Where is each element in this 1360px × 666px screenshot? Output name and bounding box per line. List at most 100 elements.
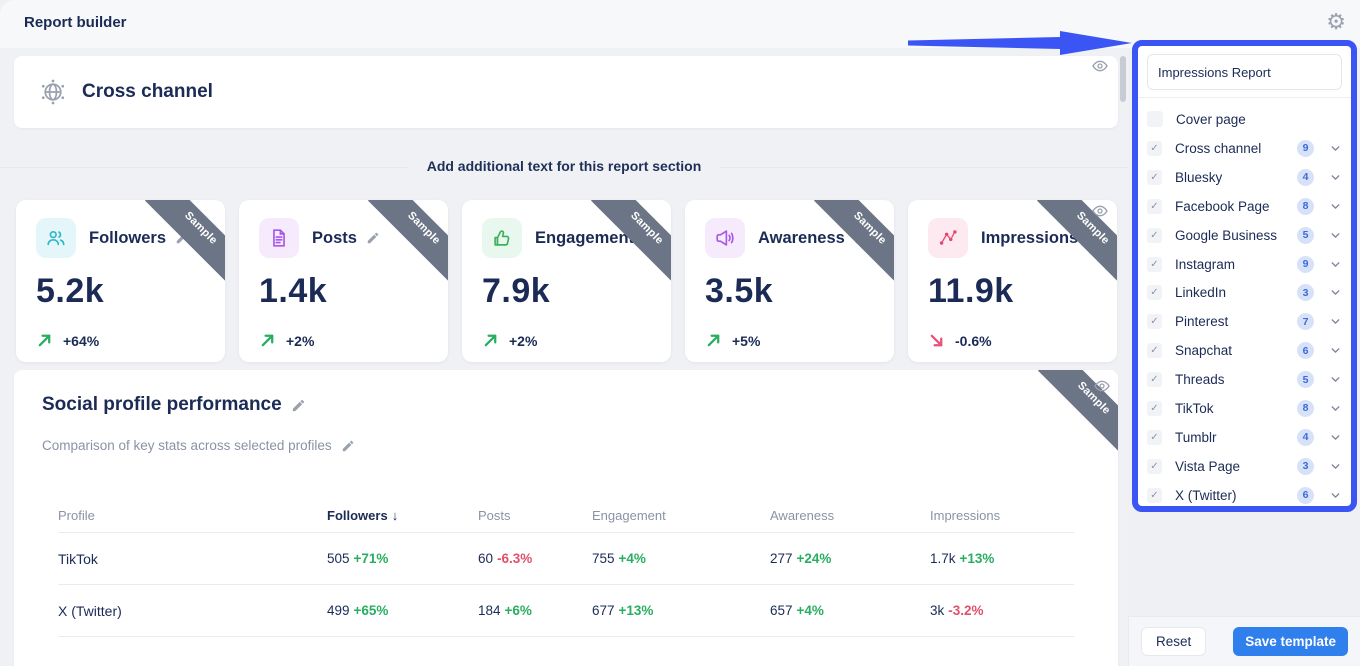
metric-card-engagement: Engagement 7.9k +2% Sample: [462, 200, 671, 362]
hide-cards-eye-icon[interactable]: [1092, 203, 1108, 219]
checkbox-check-icon[interactable]: [1147, 141, 1162, 156]
section-count-badge: 3: [1297, 458, 1314, 475]
metric-label: Awareness: [758, 229, 845, 248]
checkbox-check-icon[interactable]: [1147, 170, 1162, 185]
edit-pencil-icon[interactable]: [291, 398, 306, 413]
checkbox-check-icon[interactable]: [1147, 401, 1162, 416]
add-text-prompt[interactable]: Add additional text for this report sect…: [0, 158, 1128, 176]
section-count-badge: 7: [1297, 313, 1314, 330]
checkbox-check-icon[interactable]: [1147, 430, 1162, 445]
sidebar-item-google-business[interactable]: Google Business 5: [1147, 221, 1342, 250]
checkbox-check-icon[interactable]: [1147, 285, 1162, 300]
sidebar-item-bluesky[interactable]: Bluesky 4: [1147, 163, 1342, 192]
cell-change: -3.2%: [948, 603, 983, 618]
section-count-badge: 6: [1297, 342, 1314, 359]
chevron-down-icon[interactable]: [1329, 344, 1342, 357]
metric-value: 11.9k: [928, 272, 1097, 311]
col-followers-sorted[interactable]: Followers↓: [327, 508, 478, 523]
divider: [58, 636, 1074, 637]
metric-card-posts: Posts 1.4k +2% Sample: [239, 200, 448, 362]
col-profile[interactable]: Profile: [58, 508, 327, 523]
impressions-scatter-icon: [928, 218, 968, 258]
checkbox-check-icon[interactable]: [1147, 314, 1162, 329]
checkbox-check-icon[interactable]: [1147, 228, 1162, 243]
col-impressions[interactable]: Impressions: [930, 508, 1118, 523]
checkbox-check-icon[interactable]: [1147, 488, 1162, 503]
sidebar-item-tumblr[interactable]: Tumblr 4: [1147, 423, 1342, 452]
metric-change: -0.6%: [955, 333, 992, 349]
chevron-down-icon[interactable]: [1329, 489, 1342, 502]
chevron-down-icon[interactable]: [1329, 315, 1342, 328]
checkbox-check-icon[interactable]: [1147, 343, 1162, 358]
chevron-down-icon[interactable]: [1329, 402, 1342, 415]
metric-value: 3.5k: [705, 272, 874, 311]
sidebar-item-instagram[interactable]: Instagram 9: [1147, 250, 1342, 279]
cell-change: +24%: [797, 551, 832, 566]
scrollbar-thumb[interactable]: [1120, 56, 1126, 102]
followers-people-icon: [36, 218, 76, 258]
sidebar-item-tiktok[interactable]: TikTok 8: [1147, 394, 1342, 423]
chevron-down-icon[interactable]: [1329, 286, 1342, 299]
edit-pencil-icon[interactable]: [341, 439, 355, 453]
chevron-down-icon[interactable]: [1329, 142, 1342, 155]
checkbox-check-icon[interactable]: [1147, 199, 1162, 214]
metric-value: 7.9k: [482, 272, 651, 311]
metric-cards-row: Followers 5.2k +64% Sample: [16, 200, 1118, 362]
cell-change: +13%: [960, 551, 995, 566]
chevron-down-icon[interactable]: [1329, 431, 1342, 444]
sidebar-item-threads[interactable]: Threads 5: [1147, 365, 1342, 394]
cover-page-label: Cover page: [1176, 112, 1246, 127]
col-awareness[interactable]: Awareness: [770, 508, 930, 523]
chevron-down-icon[interactable]: [1329, 258, 1342, 271]
section-count-badge: 8: [1297, 198, 1314, 215]
save-template-button[interactable]: Save template: [1233, 627, 1348, 656]
hide-performance-eye-icon[interactable]: [1094, 378, 1110, 394]
cell-change: +6%: [505, 603, 532, 618]
edit-pencil-icon[interactable]: [366, 231, 380, 245]
reset-button[interactable]: Reset: [1141, 627, 1206, 656]
sidebar-item-snapchat[interactable]: Snapchat 6: [1147, 336, 1342, 365]
trend-arrow-icon: [928, 332, 945, 349]
metric-label: Impressions: [981, 229, 1078, 248]
sidebar-item-vista-page[interactable]: Vista Page 3: [1147, 452, 1342, 481]
metric-label: Posts: [312, 229, 357, 248]
cell-change: -6.3%: [497, 551, 532, 566]
trend-arrow-icon: [36, 332, 53, 349]
checkbox-check-icon[interactable]: [1147, 257, 1162, 272]
gear-icon[interactable]: ⚙: [1326, 11, 1346, 33]
section-count-badge: 3: [1297, 284, 1314, 301]
sidebar-item-linkedin[interactable]: LinkedIn 3: [1147, 278, 1342, 307]
sidebar-item-x-twitter[interactable]: X (Twitter) 6: [1147, 481, 1342, 510]
metric-value: 5.2k: [36, 272, 205, 311]
chevron-down-icon[interactable]: [1329, 171, 1342, 184]
chevron-down-icon[interactable]: [1329, 229, 1342, 242]
page-title: Report builder: [24, 14, 127, 31]
cover-page-checkbox[interactable]: [1147, 111, 1163, 127]
chevron-down-icon[interactable]: [1329, 460, 1342, 473]
social-profile-performance-panel: Sample Social profile performance Compar…: [14, 370, 1118, 666]
cover-page-row[interactable]: Cover page: [1147, 104, 1342, 134]
col-engagement[interactable]: Engagement: [592, 508, 770, 523]
table-row-x-twitter: X (Twitter) 499+65% 184+6% 677+13% 657+4…: [14, 585, 1118, 636]
awareness-megaphone-icon: [705, 218, 745, 258]
cell-value: 1.7k: [930, 551, 956, 566]
report-name-input[interactable]: [1147, 54, 1342, 90]
chevron-down-icon[interactable]: [1329, 373, 1342, 386]
trend-arrow-icon: [482, 332, 499, 349]
trend-arrow-icon: [259, 332, 276, 349]
checkbox-check-icon[interactable]: [1147, 372, 1162, 387]
sidebar-item-facebook-page[interactable]: Facebook Page 8: [1147, 192, 1342, 221]
cell-value: 60: [478, 551, 493, 566]
col-posts[interactable]: Posts: [478, 508, 592, 523]
sidebar-item-cross-channel[interactable]: Cross channel 9: [1147, 134, 1342, 163]
divider: [1138, 97, 1351, 98]
section-count-badge: 4: [1297, 169, 1314, 186]
checkbox-check-icon[interactable]: [1147, 459, 1162, 474]
cell-change: +4%: [797, 603, 824, 618]
chevron-down-icon[interactable]: [1329, 200, 1342, 213]
cell-change: +13%: [619, 603, 654, 618]
sidebar-item-pinterest[interactable]: Pinterest 7: [1147, 307, 1342, 336]
cell-value: 277: [770, 551, 793, 566]
metric-label: Followers: [89, 229, 166, 248]
metric-card-followers: Followers 5.2k +64% Sample: [16, 200, 225, 362]
